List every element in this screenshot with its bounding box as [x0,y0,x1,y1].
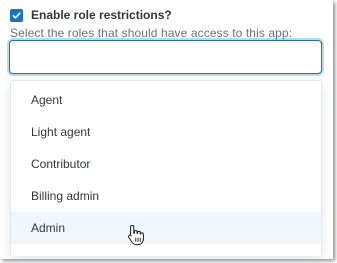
role-option-admin[interactable]: Admin [11,212,321,244]
roles-dropdown-menu: Agent Light agent Contributor Billing ad… [10,80,322,256]
role-option-agent[interactable]: Agent [11,84,321,116]
checkmark-icon [12,11,21,19]
role-option-billing-admin[interactable]: Billing admin [11,180,321,212]
role-option-contributor[interactable]: Contributor [11,148,321,180]
enable-role-restrictions-row[interactable]: Enable role restrictions? [10,7,172,23]
hand-pointer-cursor-icon [128,225,144,246]
role-restrictions-panel: Enable role restrictions? Select the rol… [0,0,333,259]
roles-hint-text: Select the roles that should have access… [10,26,293,40]
enable-role-restrictions-label: Enable role restrictions? [31,8,172,22]
role-option-light-agent[interactable]: Light agent [11,116,321,148]
roles-select-input[interactable] [9,40,322,74]
enable-role-restrictions-checkbox[interactable] [10,8,23,22]
